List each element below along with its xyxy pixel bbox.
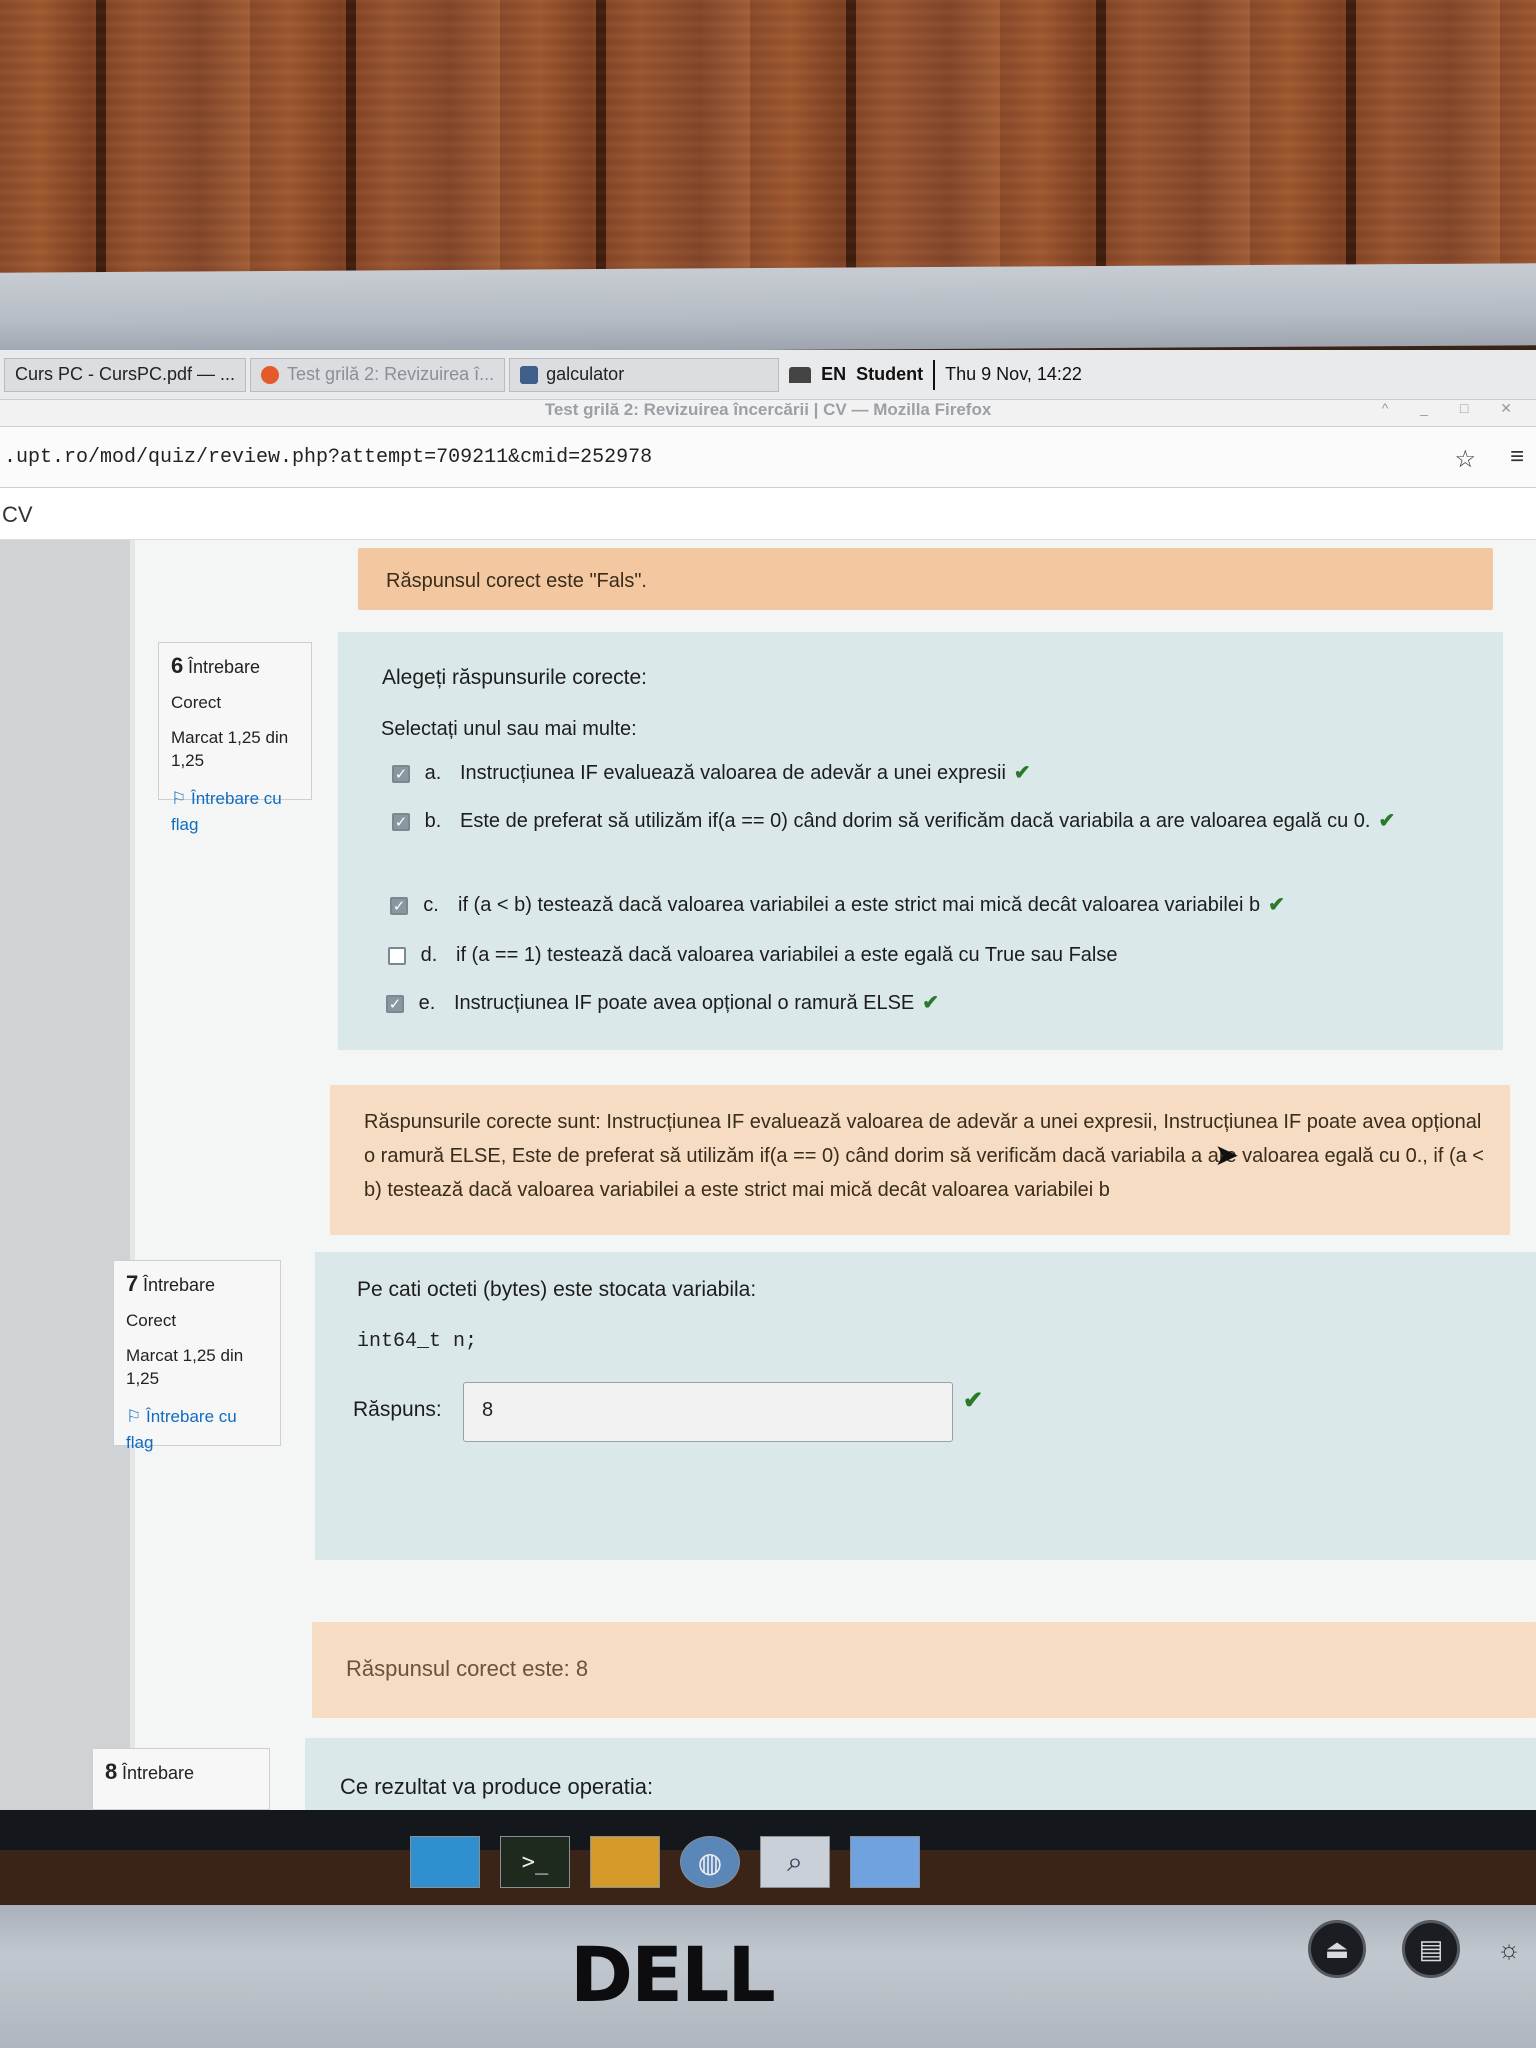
option-d[interactable]: d. if (a == 1) testează dacă valoarea va…: [388, 944, 1478, 972]
system-tray: EN Student Thu 9 Nov, 14:22: [789, 359, 1082, 390]
correct-answers-text: Răspunsurile corecte sunt: Instrucțiunea…: [364, 1111, 1484, 1201]
option-text: Instrucțiunea IF poate avea opțional o r…: [454, 992, 940, 1014]
monitor-input-button[interactable]: ⏏: [1308, 1920, 1366, 1978]
task-galculator[interactable]: galculator: [509, 357, 780, 392]
question-number: 7: [126, 1271, 139, 1296]
clock[interactable]: Thu 9 Nov, 14:22: [945, 364, 1082, 385]
question-6-info: 6 Întrebare Corect Marcat 1,25 din 1,25 …: [158, 642, 312, 834]
question-mark: Marcat 1,25 din 1,25: [126, 1346, 244, 1388]
hamburger-menu-icon[interactable]: ≡: [1510, 443, 1524, 471]
option-text: if (a < b) testează dacă valoarea variab…: [458, 894, 1285, 916]
answer-input[interactable]: 8: [463, 1382, 953, 1442]
question-instruction: Selectați unul sau mai multe:: [381, 718, 637, 740]
brand-logo: DELL: [570, 1930, 776, 2019]
question-7-info: 7 Întrebare Corect Marcat 1,25 din 1,25 …: [113, 1260, 281, 1452]
window-controls[interactable]: ^ _ □ ✕: [1382, 400, 1526, 417]
mouse-cursor-icon: ➤: [1214, 1139, 1240, 1172]
correct-answer-text: Răspunsul corect este: 8: [346, 1656, 589, 1681]
correct-check-icon: ✔: [1378, 810, 1396, 832]
question-number: 6: [171, 653, 184, 678]
question-number: 8: [105, 1759, 118, 1784]
question-6-feedback: Răspunsurile corecte sunt: Instrucțiunea…: [330, 1085, 1510, 1235]
flag-icon: ⚐: [171, 789, 187, 808]
url-text[interactable]: .upt.ro/mod/quiz/review.php?attempt=7092…: [0, 446, 652, 469]
bookmark-star-icon[interactable]: ☆: [1454, 445, 1476, 474]
monitor-brightness-button[interactable]: ☼: [1480, 1920, 1536, 1978]
option-a[interactable]: ✓ a. Instrucțiunea IF evaluează valoarea…: [392, 762, 1442, 790]
calculator-icon: [520, 365, 539, 384]
keyboard-layout[interactable]: EN: [821, 364, 846, 385]
checkbox-checked-icon[interactable]: ✓: [386, 995, 404, 1013]
answer-label: Răspuns:: [353, 1398, 442, 1421]
url-bar[interactable]: .upt.ro/mod/quiz/review.php?attempt=7092…: [0, 426, 1536, 488]
flag-label: Întrebare cu flag: [126, 1407, 237, 1452]
dock-app-search-icon[interactable]: ⌕: [760, 1836, 830, 1888]
question-word: Întrebare: [187, 657, 261, 677]
task-label: Curs PC - CursPC.pdf — ...: [15, 364, 236, 384]
monitor-screen: Curs PC - CursPC.pdf — ... Test grilă 2:…: [0, 350, 1536, 1850]
previous-feedback: Răspunsul corect este "Fals".: [358, 548, 1493, 610]
question-status: Corect: [171, 693, 222, 712]
checkbox-checked-icon[interactable]: ✓: [392, 813, 410, 831]
previous-feedback-text: Răspunsul corect este "Fals".: [386, 570, 647, 592]
answer-value: 8: [482, 1399, 494, 1421]
checkbox-unchecked-icon[interactable]: [388, 947, 406, 965]
dock-app-window[interactable]: [850, 1836, 920, 1888]
question-mark: Marcat 1,25 din 1,25: [171, 728, 289, 770]
option-letter: b.: [424, 810, 442, 832]
network-icon[interactable]: [789, 366, 812, 383]
left-sidebar-area: [0, 540, 130, 1850]
question-prompt: Alegeți răspunsurile corecte:: [382, 666, 647, 689]
code-snippet: int64_t n;: [357, 1330, 478, 1353]
dock-app-files[interactable]: [590, 1836, 660, 1888]
system-taskbar: Curs PC - CursPC.pdf — ... Test grilă 2:…: [0, 350, 1536, 400]
flag-label: Întrebare cu flag: [171, 789, 282, 834]
flag-icon: ⚐: [126, 1407, 142, 1426]
monitor-bezel-top: [0, 263, 1536, 355]
monitor-menu-button[interactable]: ▤: [1402, 1920, 1460, 1978]
option-letter: a.: [424, 762, 442, 784]
window-title: Test grilă 2: Revizuirea încercării | CV…: [544, 400, 992, 419]
dock-app-browser-globe-icon[interactable]: ◍: [680, 1836, 740, 1888]
question-7-feedback: Răspunsul corect este: 8: [312, 1622, 1536, 1718]
question-prompt: Ce rezultat va produce operatia:: [340, 1774, 654, 1799]
checkbox-checked-icon[interactable]: ✓: [390, 897, 408, 915]
wood-grain-overlay: [0, 0, 1536, 285]
question-word: Întrebare: [121, 1763, 195, 1783]
checkbox-checked-icon[interactable]: ✓: [392, 765, 410, 783]
option-text: Este de preferat să utilizăm if(a == 0) …: [460, 810, 1396, 832]
breadcrumb[interactable]: CV: [0, 488, 1536, 540]
question-status: Corect: [126, 1311, 177, 1330]
question-8-info: 8 Întrebare: [92, 1748, 270, 1810]
correct-check-icon: ✔: [1013, 762, 1031, 784]
task-label: galculator: [546, 364, 625, 384]
question-6-formulation: Alegeți răspunsurile corecte: Selectați …: [338, 632, 1503, 1050]
task-label: Test grilă 2: Revizuirea î...: [287, 364, 495, 384]
option-letter: c.: [423, 894, 439, 916]
correct-check-icon: ✔: [922, 992, 940, 1014]
option-e[interactable]: ✓ e. Instrucțiunea IF poate avea opționa…: [386, 992, 1476, 1020]
option-letter: e.: [418, 992, 436, 1014]
flag-question-link[interactable]: ⚐ Întrebare cu flag: [126, 1404, 268, 1456]
option-text: if (a == 1) testează dacă valoarea varia…: [456, 944, 1118, 966]
task-firefox[interactable]: Test grilă 2: Revizuirea î...: [250, 357, 506, 392]
option-b[interactable]: ✓ b. Este de preferat să utilizăm if(a =…: [392, 810, 1472, 838]
task-pdf-viewer[interactable]: Curs PC - CursPC.pdf — ...: [4, 357, 247, 392]
dock-app-terminal[interactable]: >_: [500, 1836, 570, 1888]
dock-app-desktop[interactable]: [410, 1836, 480, 1888]
flag-question-link[interactable]: ⚐ Întrebare cu flag: [171, 786, 299, 838]
correct-check-icon: ✔: [1268, 894, 1285, 916]
option-c[interactable]: ✓ c. if (a < b) testează dacă valoarea v…: [390, 894, 1480, 922]
question-word: Întrebare: [142, 1275, 216, 1295]
firefox-icon: [261, 365, 280, 384]
question-7-formulation: Pe cati octeti (bytes) este stocata vari…: [315, 1252, 1536, 1560]
dock-apps: >_ ◍ ⌕: [410, 1832, 920, 1892]
user-name[interactable]: Student: [856, 364, 923, 385]
option-text: Instrucțiunea IF evaluează valoarea de a…: [460, 762, 1031, 784]
tray-separator: [933, 359, 936, 390]
correct-check-icon: ✔: [963, 1387, 984, 1414]
quiz-review-page: Răspunsul corect este "Fals". 6 Întrebar…: [0, 540, 1536, 1850]
question-prompt: Pe cati octeti (bytes) este stocata vari…: [357, 1278, 757, 1301]
option-letter: d.: [420, 944, 438, 966]
